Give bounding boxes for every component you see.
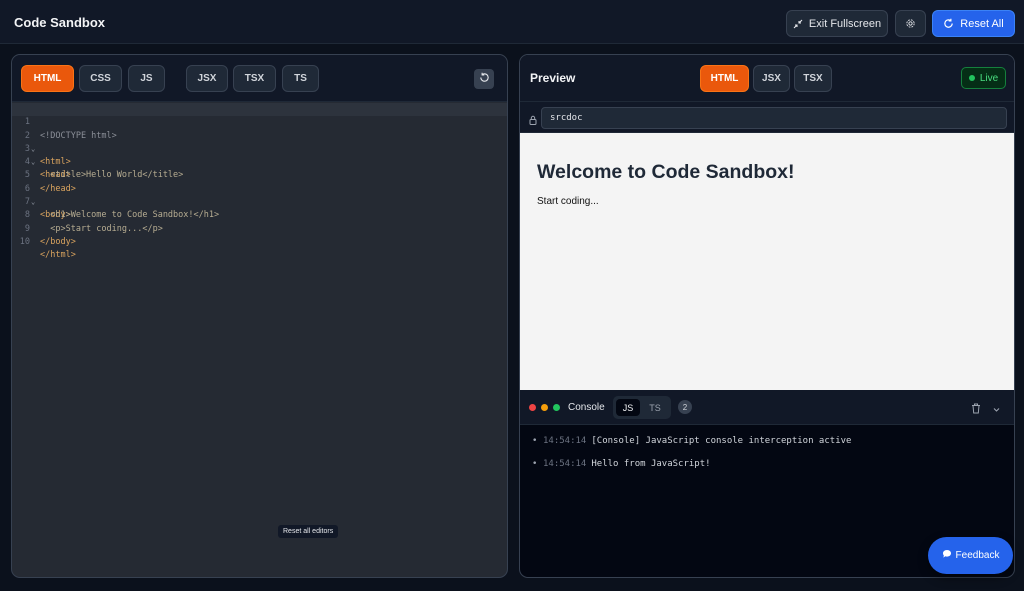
log-count-badge: 2 (678, 400, 692, 414)
tab-js[interactable]: JS (128, 65, 165, 92)
console-output: 14:54:14 [Console] JavaScript console int… (520, 425, 1014, 481)
code-line: 8 <p>Start coding...</p> (12, 196, 507, 233)
feedback-label: Feedback (955, 550, 1000, 561)
console-header: Console JS TS 2 (520, 390, 1014, 425)
tab-html[interactable]: HTML (21, 65, 74, 92)
log-message: [Console] JavaScript console interceptio… (591, 436, 852, 446)
line-number: 10 (19, 236, 30, 247)
chat-bubble-icon (942, 549, 952, 562)
code-line: 2 ⌄ <html> (12, 116, 507, 168)
tab-jsx[interactable]: JSX (186, 65, 228, 92)
editor-toolbar: HTML CSS JS JSX TSX TS (12, 55, 507, 102)
console-tab-js[interactable]: JS (616, 399, 640, 416)
preview-paragraph: Start coding... (537, 196, 599, 207)
app-title: Code Sandbox (14, 15, 106, 30)
preview-frame[interactable]: Welcome to Code Sandbox! Start coding... (520, 133, 1014, 390)
live-dot-icon (968, 75, 975, 81)
editor-panel: HTML CSS JS JSX TSX TS 1 <!DOCTYPE html>… (11, 54, 508, 578)
code-line: 10 </html> (12, 223, 507, 260)
console-tabs: JS TS (613, 396, 671, 419)
yellow-dot-icon (541, 404, 548, 411)
code-line: 1 <!DOCTYPE html> (12, 103, 507, 141)
log-timestamp: 14:54:14 (543, 436, 587, 446)
preview-panel: Preview HTML JSX TSX Live srcdoc Welcome… (519, 54, 1015, 578)
url-field[interactable]: srcdoc (541, 107, 1007, 129)
preview-title: Preview (530, 71, 576, 85)
console-label: Console (568, 402, 605, 413)
live-status-badge: Live (961, 67, 1006, 89)
preview-url-bar: srcdoc (520, 102, 1014, 133)
code-line: 3 ⌄ <head> (12, 130, 507, 181)
tab-ts[interactable]: TS (282, 65, 319, 92)
minimize-icon (793, 19, 803, 29)
reset-all-button[interactable]: Reset All (932, 10, 1015, 37)
gear-icon (905, 18, 916, 29)
log-entry: 14:54:14 [Console] JavaScript console int… (520, 435, 1014, 458)
code-line: 7 <h1>Welcome to Code Sandbox!</h1> (12, 183, 507, 220)
code-text: </html> (40, 250, 76, 261)
tab-css[interactable]: CSS (79, 65, 122, 92)
green-dot-icon (553, 404, 560, 411)
preview-heading: Welcome to Code Sandbox! (537, 161, 795, 183)
settings-button[interactable] (895, 10, 926, 37)
log-entry: 14:54:14 Hello from JavaScript! (520, 458, 1014, 481)
log-timestamp: 14:54:14 (543, 459, 587, 469)
preview-toolbar: Preview HTML JSX TSX Live (520, 55, 1014, 102)
preview-tab-html[interactable]: HTML (700, 65, 749, 92)
chevron-down-icon[interactable] (992, 401, 1001, 419)
trash-icon[interactable] (971, 401, 981, 419)
app-header: Code Sandbox Exit Fullscreen Reset All (0, 0, 1024, 44)
log-message: Hello from JavaScript! (591, 459, 711, 469)
reset-icon (479, 70, 490, 88)
reset-tooltip: Reset all editors (278, 525, 339, 538)
reset-editor-button[interactable] (474, 69, 494, 89)
code-line: 9 </body> (12, 209, 507, 247)
reset-all-label: Reset All (960, 17, 1004, 30)
exit-fullscreen-button[interactable]: Exit Fullscreen (786, 10, 888, 37)
exit-fullscreen-label: Exit Fullscreen (808, 17, 882, 30)
lock-icon (529, 112, 537, 130)
code-text: </body> (40, 236, 76, 247)
preview-tab-jsx[interactable]: JSX (753, 65, 790, 92)
live-label: Live (979, 72, 999, 84)
code-line: 5 </head> (12, 156, 507, 193)
preview-tab-tsx[interactable]: TSX (794, 65, 832, 92)
refresh-icon (943, 18, 954, 29)
code-line: 4 <title>Hello World</title> (12, 143, 507, 180)
console-tab-ts[interactable]: TS (643, 399, 667, 416)
red-dot-icon (529, 404, 536, 411)
code-editor[interactable]: 1 <!DOCTYPE html> 2 ⌄ <html> 3 ⌄ <head> … (12, 103, 507, 260)
code-line: 6 ⌄ <body> (12, 169, 507, 221)
feedback-button[interactable]: Feedback (928, 537, 1013, 574)
tab-tsx[interactable]: TSX (233, 65, 276, 92)
